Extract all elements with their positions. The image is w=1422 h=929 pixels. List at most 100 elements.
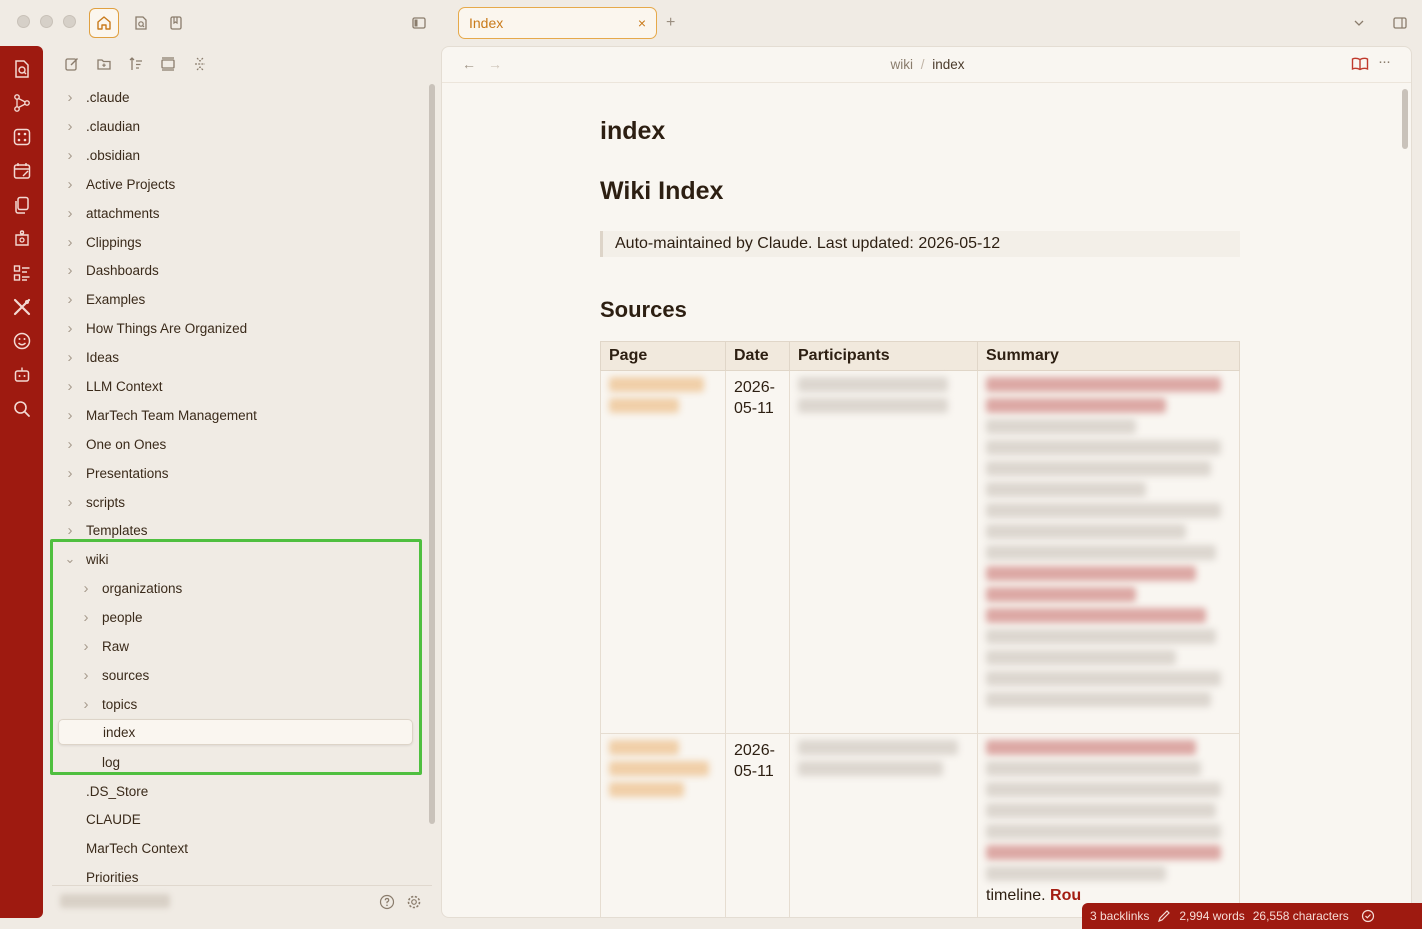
breadcrumb-current[interactable]: index	[932, 57, 964, 72]
chevron-right-icon[interactable]: ›	[64, 291, 76, 308]
folder-item-attachments[interactable]: › attachments	[52, 200, 424, 226]
page-link-cell[interactable]	[600, 370, 726, 734]
chevron-right-icon[interactable]: ›	[64, 205, 76, 222]
editor-scrollbar[interactable]	[1402, 89, 1408, 149]
chevron-down-icon[interactable]: ⌄	[64, 551, 76, 567]
chevron-right-icon[interactable]: ›	[64, 176, 76, 193]
chevron-right-icon[interactable]: ›	[64, 234, 76, 251]
reveal-icon	[161, 57, 175, 71]
new-folder-button[interactable]	[94, 54, 114, 74]
chevron-right-icon[interactable]: ›	[64, 407, 76, 424]
participants-cell	[789, 370, 978, 734]
gear-icon[interactable]	[406, 894, 422, 915]
ribbon-bot-icon[interactable]	[11, 364, 33, 386]
chevron-right-icon[interactable]: ›	[64, 349, 76, 366]
folder-item-topics[interactable]: › topics	[52, 691, 424, 717]
tree-item-label: CLAUDE	[86, 811, 141, 827]
tab-list-button[interactable]	[1344, 8, 1374, 38]
ribbon-list-icon[interactable]	[11, 262, 33, 284]
sort-icon	[129, 57, 142, 70]
ribbon-graph-icon[interactable]	[11, 92, 33, 114]
reading-mode-button[interactable]	[1351, 56, 1369, 77]
ribbon-copy-icon[interactable]	[11, 194, 33, 216]
folder-item-how-things-are-organized[interactable]: › How Things Are Organized	[52, 315, 424, 341]
folder-item-people[interactable]: › people	[52, 604, 424, 630]
chevron-right-icon[interactable]: ›	[80, 638, 92, 655]
chevron-right-icon[interactable]: ›	[64, 522, 76, 539]
file-item-claude[interactable]: CLAUDE	[52, 806, 424, 832]
new-tab-button[interactable]: +	[666, 14, 675, 32]
edit-icon	[65, 58, 78, 71]
ribbon-puzzle-icon[interactable]	[11, 228, 33, 250]
folder-item-claude[interactable]: › .claude	[52, 84, 424, 110]
chevron-right-icon[interactable]: ›	[64, 89, 76, 106]
zoom-window-button[interactable]	[63, 15, 76, 28]
folder-item-wiki[interactable]: ⌄ wiki	[52, 546, 424, 572]
auto-reveal-button[interactable]	[158, 54, 178, 74]
folder-item-llm-context[interactable]: › LLM Context	[52, 373, 424, 399]
file-item-ds-store[interactable]: .DS_Store	[52, 778, 424, 804]
sort-button[interactable]	[126, 54, 146, 74]
date-cell: 2026- 05-11	[725, 370, 790, 734]
ribbon-dice-icon[interactable]	[11, 126, 33, 148]
file-item-log[interactable]: log	[52, 749, 424, 775]
note-title[interactable]: index	[600, 117, 665, 146]
bookmarks-button[interactable]	[161, 8, 191, 38]
sync-check-icon[interactable]	[1361, 909, 1375, 923]
folder-item-dashboards[interactable]: › Dashboards	[52, 257, 424, 283]
folder-item-ideas[interactable]: › Ideas	[52, 344, 424, 370]
ribbon-search-file-icon[interactable]	[11, 58, 33, 80]
backlinks-count[interactable]: 3 backlinks	[1090, 909, 1149, 923]
tab-close-icon[interactable]: ×	[638, 15, 646, 31]
folder-item-raw[interactable]: › Raw	[52, 633, 424, 659]
ribbon-tools-icon[interactable]	[11, 296, 33, 318]
chevron-right-icon[interactable]: ›	[64, 320, 76, 337]
folder-item-sources[interactable]: › sources	[52, 662, 424, 688]
ribbon-calendar-icon[interactable]	[11, 160, 33, 182]
folder-item-active-projects[interactable]: › Active Projects	[52, 171, 424, 197]
help-icon[interactable]	[379, 894, 395, 915]
file-search-button[interactable]	[126, 8, 156, 38]
chevron-right-icon[interactable]: ›	[64, 262, 76, 279]
view-header: ← → wiki / index ···	[442, 47, 1411, 83]
folder-item-one-on-ones[interactable]: › One on Ones	[52, 431, 424, 457]
toggle-left-sidebar-button[interactable]	[404, 8, 434, 38]
chevron-right-icon[interactable]: ›	[64, 118, 76, 135]
folder-item-obsidian[interactable]: › .obsidian	[52, 142, 424, 168]
chevron-right-icon[interactable]: ›	[64, 494, 76, 511]
folder-item-presentations[interactable]: › Presentations	[52, 460, 424, 486]
close-window-button[interactable]	[17, 15, 30, 28]
ribbon-smiley-icon[interactable]	[11, 330, 33, 352]
chevron-right-icon[interactable]: ›	[80, 696, 92, 713]
file-item-martech-context[interactable]: MarTech Context	[52, 835, 424, 861]
ribbon-search-icon[interactable]	[11, 398, 33, 420]
chevron-right-icon[interactable]: ›	[80, 609, 92, 626]
toggle-right-sidebar-button[interactable]	[1385, 8, 1415, 38]
summary-link[interactable]: Rou	[1050, 887, 1081, 904]
folder-item-clippings[interactable]: › Clippings	[52, 229, 424, 255]
vault-switcher[interactable]	[60, 894, 170, 908]
folder-item-organizations[interactable]: › organizations	[52, 575, 424, 601]
minimize-window-button[interactable]	[40, 15, 53, 28]
tab-index[interactable]: Index ×	[458, 7, 657, 39]
sidebar-scrollbar[interactable]	[429, 84, 435, 824]
page-link-cell[interactable]	[600, 733, 726, 917]
collapse-all-button[interactable]	[190, 54, 210, 74]
pencil-icon[interactable]	[1157, 909, 1171, 923]
chevron-right-icon[interactable]: ›	[64, 378, 76, 395]
chevron-right-icon[interactable]: ›	[80, 667, 92, 684]
chevron-right-icon[interactable]: ›	[64, 465, 76, 482]
folder-item-martech-team-management[interactable]: › MarTech Team Management	[52, 402, 424, 428]
folder-item-claudian[interactable]: › .claudian	[52, 113, 424, 139]
breadcrumb-parent[interactable]: wiki	[890, 57, 913, 72]
chevron-right-icon[interactable]: ›	[80, 580, 92, 597]
chevron-right-icon[interactable]: ›	[64, 147, 76, 164]
new-note-button[interactable]	[62, 54, 82, 74]
chevron-right-icon[interactable]: ›	[64, 436, 76, 453]
file-item-index[interactable]: index	[58, 719, 413, 745]
folder-item-templates[interactable]: › Templates	[52, 517, 424, 543]
folder-item-examples[interactable]: › Examples	[52, 286, 424, 312]
folder-item-scripts[interactable]: › scripts	[52, 489, 424, 515]
more-options-button[interactable]: ···	[1378, 53, 1391, 70]
home-button[interactable]	[89, 8, 119, 38]
